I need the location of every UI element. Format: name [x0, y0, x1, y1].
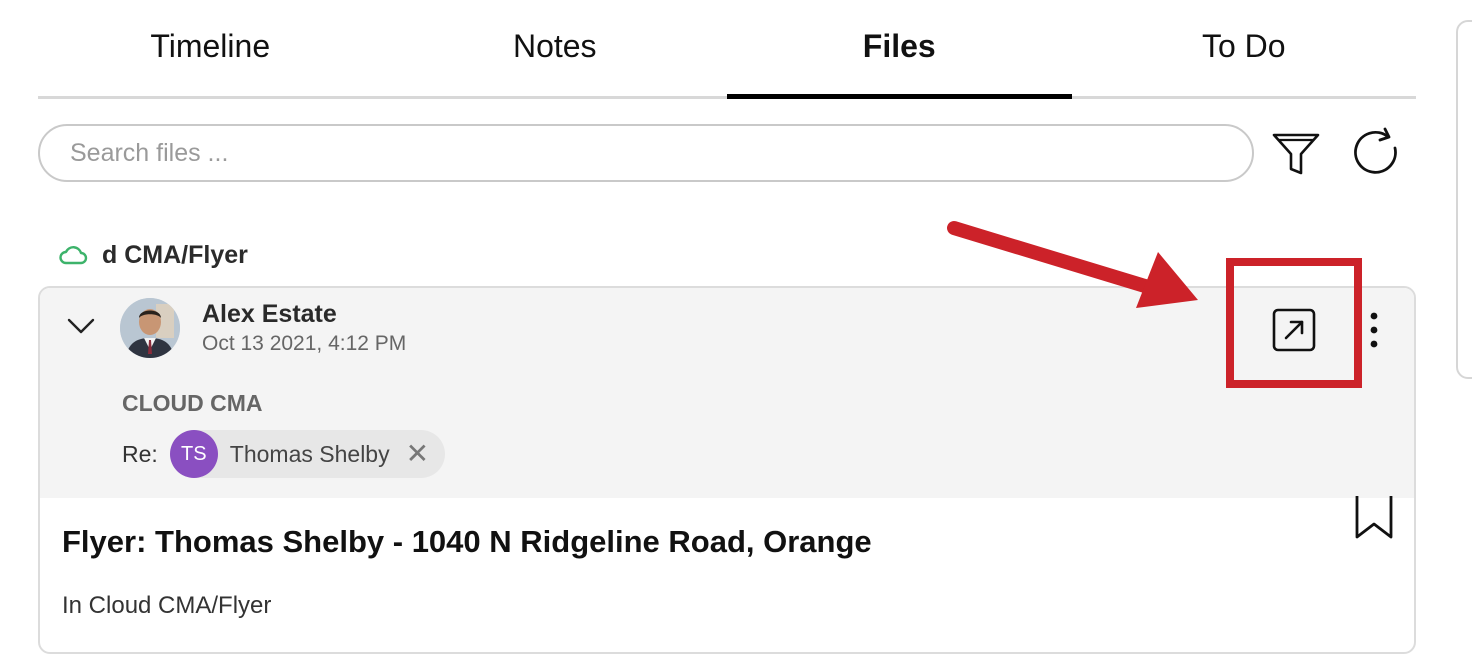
contact-chip[interactable]: TS Thomas Shelby ✕ — [169, 430, 446, 478]
regarding-row: Re: TS Thomas Shelby ✕ — [122, 430, 446, 478]
source-label: CLOUD CMA — [122, 390, 263, 416]
filter-icon — [1272, 133, 1320, 175]
tab-notes[interactable]: Notes — [383, 0, 728, 96]
files-panel: Timeline Notes Files To Do d CMA/Flyer — [0, 0, 1472, 670]
tab-todo[interactable]: To Do — [1072, 0, 1417, 96]
filter-button[interactable] — [1268, 125, 1324, 181]
re-label: Re: — [122, 440, 158, 467]
file-card: Alex Estate Oct 13 2021, 4:12 PM CLOUD C… — [38, 286, 1416, 654]
tab-files[interactable]: Files — [727, 0, 1072, 99]
more-options-button[interactable] — [1358, 306, 1390, 354]
chevron-down-icon — [67, 318, 95, 334]
annotation-highlight-box — [1226, 258, 1362, 388]
tab-bar: Timeline Notes Files To Do — [38, 0, 1416, 99]
profile-photo — [120, 298, 180, 358]
search-input[interactable] — [38, 124, 1254, 182]
more-vertical-icon — [1370, 312, 1378, 348]
collapse-button[interactable] — [64, 308, 98, 342]
folder-header: d CMA/Flyer — [58, 238, 248, 272]
contact-name: Thomas Shelby — [229, 440, 390, 467]
refresh-button[interactable] — [1348, 125, 1404, 181]
annotation-arrow — [947, 221, 1198, 308]
refresh-icon — [1354, 127, 1397, 174]
contact-avatar: TS — [169, 430, 218, 478]
folder-label: d CMA/Flyer — [102, 240, 248, 269]
bookmark-button[interactable] — [1354, 494, 1394, 540]
avatar — [120, 298, 180, 358]
file-title[interactable]: Flyer: Thomas Shelby - 1040 N Ridgeline … — [62, 524, 872, 560]
tab-timeline[interactable]: Timeline — [38, 0, 383, 96]
file-location: In Cloud CMA/Flyer — [62, 592, 272, 619]
side-panel-edge — [1456, 20, 1472, 379]
post-date: Oct 13 2021, 4:12 PM — [202, 332, 407, 355]
author-name: Alex Estate — [202, 300, 337, 328]
remove-contact-icon[interactable]: ✕ — [406, 440, 429, 468]
bookmark-icon — [1355, 496, 1393, 539]
cloud-icon — [59, 246, 88, 265]
